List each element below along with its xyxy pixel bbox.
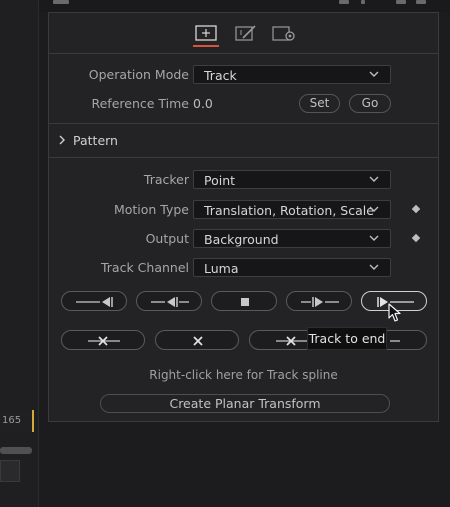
- motion-type-value: Translation, Rotation, Scale: [204, 203, 374, 218]
- track-spline-hint[interactable]: Right-click here for Track spline: [48, 368, 439, 382]
- frame-number[interactable]: 165: [0, 410, 34, 432]
- operation-mode-dropdown[interactable]: Track: [193, 65, 391, 84]
- operation-mode-value: Track: [204, 68, 237, 83]
- clear-icon: [193, 336, 203, 346]
- chevron-right-icon: [59, 135, 65, 145]
- chevron-down-icon: [369, 176, 379, 182]
- chevron-down-icon: [369, 71, 379, 77]
- tracker-controls-icon: [195, 25, 217, 41]
- settings-icon: [272, 26, 295, 41]
- track-channel-dropdown[interactable]: Luma: [193, 258, 391, 277]
- track-channel-value: Luma: [204, 261, 239, 276]
- pin-icon[interactable]: [339, 0, 349, 4]
- pattern-section-header[interactable]: Pattern: [57, 133, 118, 148]
- timeline-strip: 165: [0, 0, 39, 507]
- track-to-start-button[interactable]: [61, 291, 127, 311]
- motion-type-label: Motion Type: [113, 202, 189, 217]
- track-backward-button[interactable]: [136, 291, 202, 311]
- motion-type-dropdown[interactable]: Translation, Rotation, Scale: [193, 200, 391, 219]
- copy-icon[interactable]: [396, 0, 406, 4]
- clear-all-button[interactable]: [61, 330, 145, 350]
- stop-tracking-button[interactable]: [211, 291, 277, 311]
- output-value: Background: [204, 232, 279, 247]
- pattern-label: Pattern: [73, 133, 118, 148]
- keyframe-diamond-icon[interactable]: [411, 233, 421, 243]
- more-icon[interactable]: [361, 0, 365, 4]
- tracker-value: Point: [204, 173, 236, 188]
- chevron-down-icon: [369, 264, 379, 270]
- tracker-inspector-panel: Operation Mode Track Reference Time 0.0 …: [48, 12, 439, 422]
- node-icon[interactable]: [53, 0, 69, 4]
- divider: [49, 123, 438, 124]
- track-to-start-icon: [76, 297, 113, 307]
- track-to-end-tooltip: Track to end: [307, 327, 387, 350]
- reference-time-value[interactable]: 0.0: [193, 96, 213, 111]
- operation-mode-label: Operation Mode: [88, 67, 189, 82]
- reset-icon[interactable]: [416, 0, 426, 4]
- set-button[interactable]: Set: [299, 94, 340, 113]
- inspector-topbar: [39, 0, 450, 12]
- track-channel-label: Track Channel: [100, 260, 189, 275]
- track-backward-one-frame-icon: [151, 297, 189, 307]
- chevron-down-icon: [369, 235, 379, 241]
- tab-tracker-controls[interactable]: [193, 23, 219, 47]
- zoom-slider[interactable]: [0, 447, 32, 454]
- track-forward-one-frame-icon: [301, 297, 339, 307]
- clear-all-icon: [88, 336, 120, 346]
- track-forward-button[interactable]: [286, 291, 352, 311]
- tab-operation[interactable]: [233, 23, 259, 45]
- tracker-label: Tracker: [143, 172, 189, 187]
- chevron-down-icon: [369, 206, 379, 212]
- inspector-tabs: [49, 13, 438, 54]
- stop-tracking-icon: [241, 298, 249, 306]
- operation-icon: [235, 25, 256, 41]
- create-planar-transform-button[interactable]: Create Planar Transform: [100, 394, 390, 413]
- tracker-dropdown[interactable]: Point: [193, 170, 391, 189]
- divider: [49, 157, 438, 158]
- reference-time-label: Reference Time: [91, 96, 189, 111]
- output-dropdown[interactable]: Background: [193, 229, 391, 248]
- output-label: Output: [145, 231, 189, 246]
- keyframe-diamond-icon[interactable]: [411, 204, 421, 214]
- timeline-scroll-box[interactable]: [0, 460, 20, 482]
- mouse-cursor-icon: [388, 303, 401, 322]
- go-button[interactable]: Go: [349, 94, 391, 113]
- clear-button[interactable]: [155, 330, 239, 350]
- tab-settings[interactable]: [271, 23, 297, 45]
